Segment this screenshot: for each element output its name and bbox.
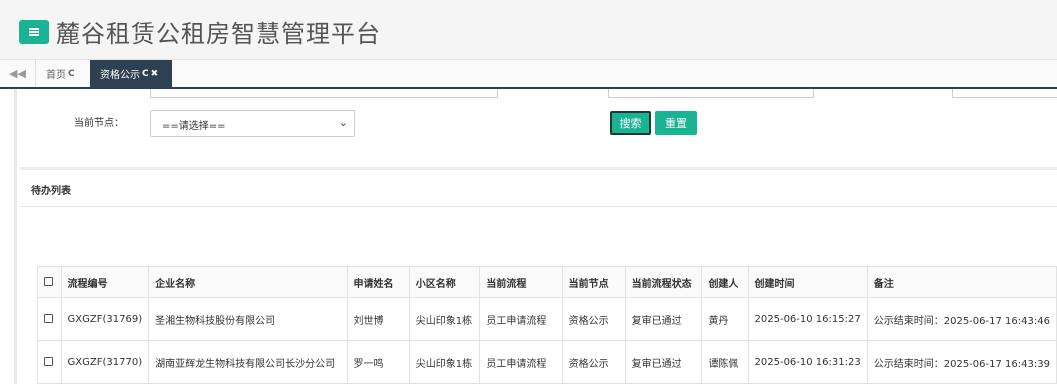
table-cell: 公示结束时间：2025-06-17 16:43:46	[866, 297, 1057, 341]
table-cell: 复审已通过	[624, 297, 703, 341]
current-node-select[interactable]: ==请选择== ⌄	[150, 110, 355, 137]
column-header[interactable]: 当前节点	[561, 266, 626, 298]
search-button[interactable]: 搜索	[610, 111, 651, 135]
close-icon[interactable]: ✖	[151, 69, 159, 79]
tab-home-label: 首页	[46, 70, 66, 81]
row-checkbox[interactable]	[44, 314, 53, 323]
input-field-partial[interactable]	[952, 89, 1057, 98]
table-cell: 复审已通过	[624, 340, 703, 384]
table-cell: 资格公示	[561, 340, 626, 384]
table-cell: 尖山印象1栋	[408, 297, 481, 341]
column-header[interactable]: 企业名称	[148, 266, 348, 298]
row-select-cell	[37, 340, 62, 384]
table-header-row: 流程编号 企业名称 申请姓名 小区名称 当前流程 当前节点 当前流程状态 创建人…	[37, 266, 1057, 298]
column-header[interactable]: 当前流程状态	[624, 266, 703, 298]
input-field-partial[interactable]	[150, 89, 498, 98]
todo-list-title: 待办列表	[31, 186, 71, 197]
refresh-icon[interactable]: C	[142, 69, 149, 79]
column-header[interactable]: 备注	[866, 266, 1057, 298]
column-header[interactable]: 创建人	[701, 266, 749, 298]
left-sidebar-edge	[0, 89, 17, 384]
todo-table: 流程编号 企业名称 申请姓名 小区名称 当前流程 当前节点 当前流程状态 创建人…	[37, 266, 1057, 384]
todo-table-container: 流程编号 企业名称 申请姓名 小区名称 当前流程 当前节点 当前流程状态 创建人…	[37, 266, 1057, 384]
column-header[interactable]: 当前流程	[479, 266, 563, 298]
chevron-down-icon: ⌄	[338, 116, 348, 129]
table-cell: 黄丹	[701, 297, 749, 341]
column-header[interactable]: 小区名称	[408, 266, 481, 298]
row-checkbox[interactable]	[44, 357, 53, 366]
hamburger-icon	[29, 28, 39, 36]
reset-button[interactable]: 重置	[655, 111, 697, 135]
table-cell: 2025-06-10 16:31:23	[747, 340, 868, 384]
column-header[interactable]: 申请姓名	[346, 266, 410, 298]
double-chevron-left-icon: ◀◀	[9, 67, 26, 80]
table-row[interactable]: GXGZF(31770) 湖南亚辉龙生物科技有限公司长沙分公司 罗一鸣 尖山印象…	[37, 340, 1057, 384]
list-title-underline	[20, 206, 1057, 207]
table-cell: 刘世博	[346, 297, 410, 341]
select-all-checkbox[interactable]	[44, 277, 53, 286]
select-all-cell	[37, 266, 62, 298]
table-cell: 湖南亚辉龙生物科技有限公司长沙分公司	[148, 340, 348, 384]
table-cell: 员工申请流程	[479, 297, 563, 341]
table-cell: 圣湘生物科技股份有限公司	[148, 297, 348, 341]
table-cell: 罗一鸣	[346, 340, 410, 384]
column-header[interactable]: 创建时间	[747, 266, 868, 298]
table-row[interactable]: GXGZF(31769) 圣湘生物科技股份有限公司 刘世博 尖山印象1栋 员工申…	[37, 297, 1057, 341]
tab-active-label: 资格公示	[100, 70, 140, 81]
column-header[interactable]: 流程编号	[60, 266, 150, 298]
row-select-cell	[37, 297, 62, 341]
table-cell: 尖山印象1栋	[408, 340, 481, 384]
section-divider	[20, 167, 1057, 170]
app-title: 麓谷租赁公租房智慧管理平台	[56, 20, 381, 48]
current-node-select-value: ==请选择==	[162, 121, 226, 132]
menu-toggle-button[interactable]	[19, 20, 49, 44]
refresh-icon[interactable]: C	[68, 69, 75, 79]
table-cell: 2025-06-10 16:15:27	[747, 297, 868, 341]
app-header: 麓谷租赁公租房智慧管理平台	[0, 0, 1057, 60]
tab-qualification-notice[interactable]: 资格公示 C ✖	[90, 60, 172, 87]
input-field-partial[interactable]	[608, 89, 814, 98]
table-cell: GXGZF(31770)	[60, 340, 150, 384]
tab-scroll-left-button[interactable]: ◀◀	[0, 60, 36, 87]
table-cell: GXGZF(31769)	[60, 297, 150, 341]
table-cell: 谭陈佩	[701, 340, 749, 384]
main-content: 当前节点： ==请选择== ⌄ 搜索 重置 待办列表 流程编号 企业名称 申请姓…	[20, 89, 1057, 384]
table-cell: 公示结束时间：2025-06-17 16:43:39	[866, 340, 1057, 384]
tab-bar: ◀◀ 首页 C 资格公示 C ✖	[0, 60, 1057, 89]
table-cell: 员工申请流程	[479, 340, 563, 384]
tab-home[interactable]: 首页 C	[36, 60, 88, 87]
table-cell: 资格公示	[561, 297, 626, 341]
current-node-label: 当前节点：	[74, 118, 124, 129]
